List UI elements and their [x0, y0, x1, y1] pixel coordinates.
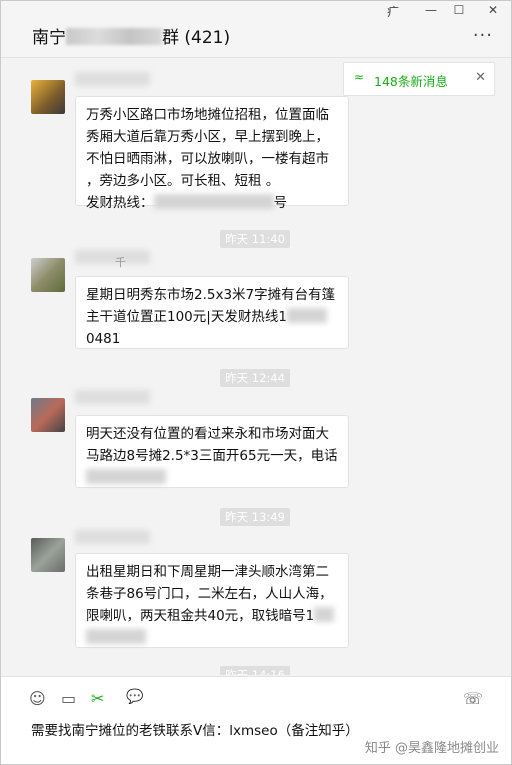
message-line: 条巷子86号门口，二米左右，人山人海，	[86, 586, 333, 602]
message-bubble[interactable]: 出租星期日和下周星期一津头顺水湾第二 条巷子86号门口，二米左右，人山人海， 限…	[75, 553, 349, 648]
emoji-icon[interactable]: ☺	[29, 689, 46, 708]
sender-name-redacted	[75, 72, 150, 86]
avatar[interactable]	[31, 80, 65, 114]
redacted-phone	[86, 469, 166, 484]
title-bar: 南宁 群 (421) ⽧ — ☐ ✕ ···	[1, 1, 511, 58]
chat-history-icon[interactable]: 💬	[126, 689, 143, 705]
call-icon[interactable]: ☏	[463, 689, 483, 708]
pin-icon[interactable]: ⽧	[383, 3, 403, 20]
message-list[interactable]: ≈ 148条新消息 ✕ 万秀小区路口市场地摊位招租，位置面临 秀厢大道后靠万秀小…	[1, 58, 511, 675]
scissors-icon[interactable]: ✂	[91, 689, 104, 708]
avatar[interactable]	[31, 258, 65, 292]
redacted-phone	[86, 629, 146, 644]
redacted-phone	[286, 308, 327, 323]
message-line	[86, 467, 338, 489]
message-line: 星期日明秀东市场2.5x3米7字摊有台有篷	[86, 287, 336, 303]
compose-input[interactable]: 需要找南宁摊位的老铁联系V信：lxmseo（备注知乎）	[31, 719, 359, 739]
redacted-phone	[314, 607, 335, 622]
avatar[interactable]	[31, 398, 65, 432]
message-line: 限喇叭，两天租金共40元，取钱暗号1	[86, 605, 338, 627]
title-prefix: 南宁	[32, 28, 66, 48]
input-area[interactable]: ☺ ▭ ✂ 💬 ☏ 需要找南宁摊位的老铁联系V信：lxmseo（备注知乎） 知乎…	[1, 676, 511, 764]
folder-icon[interactable]: ▭	[61, 689, 76, 708]
title-suffix: 群 (421)	[162, 28, 231, 48]
close-icon[interactable]: ✕	[475, 70, 486, 85]
chat-window: 南宁 群 (421) ⽧ — ☐ ✕ ··· ≈ 148条新消息 ✕ 万秀小区路口…	[0, 0, 512, 765]
maximize-button[interactable]: ☐	[449, 3, 469, 17]
message-bubble[interactable]: 明天还没有位置的看过来永和市场对面大 马路边8号摊2.5*3三面开65元一天，电…	[75, 415, 349, 488]
message-line: 主干道位置正100元|天发财热线1	[86, 306, 338, 328]
timestamp: 昨天 11:40	[220, 230, 290, 248]
message-line: 万秀小区路口市场地摊位招租，位置面临	[86, 107, 329, 123]
more-options-button[interactable]: ···	[473, 25, 493, 46]
redacted-group-name	[66, 28, 162, 45]
message-line	[86, 627, 338, 649]
chat-title: 南宁 群 (421)	[32, 23, 230, 48]
avatar[interactable]	[31, 538, 65, 572]
timestamp: 昨天 13:49	[220, 508, 290, 526]
message-bubble[interactable]: 星期日明秀东市场2.5x3米7字摊有台有篷 主干道位置正100元|天发财热线1 …	[75, 276, 349, 349]
message-line: 马路边8号摊2.5*3三面开65元一天，电话	[86, 448, 338, 464]
double-chevron-up-icon: ≈	[354, 70, 365, 84]
minimize-button[interactable]: —	[421, 3, 441, 17]
timestamp: 昨天 12:44	[220, 369, 290, 387]
sender-name-tail: 千	[115, 256, 126, 269]
message-line: 不怕日晒雨淋，可以放喇叭，一楼有超市	[86, 151, 329, 167]
sender-name-redacted	[75, 250, 150, 264]
message-line: 出租星期日和下周星期一津头顺水湾第二	[86, 564, 329, 580]
message-line: 发财热线：号	[86, 194, 287, 211]
redacted-phone	[153, 194, 274, 209]
sender-name-redacted	[75, 530, 150, 544]
watermark: 知乎 @昊鑫隆地摊创业	[364, 741, 499, 756]
message-line: 明天还没有位置的看过来永和市场对面大	[86, 426, 329, 442]
sender-name-redacted	[75, 390, 150, 404]
new-messages-count: 148条新消息	[374, 74, 448, 89]
message-line: 0481	[86, 331, 121, 347]
message-bubble[interactable]: 万秀小区路口市场地摊位招租，位置面临 秀厢大道后靠万秀小区，早上摆到晚上， 不怕…	[75, 96, 349, 211]
new-messages-notice[interactable]: ≈ 148条新消息 ✕	[343, 62, 495, 96]
close-button[interactable]: ✕	[483, 3, 503, 17]
message-line: ，旁边多小区。可长租、短租 。	[86, 173, 280, 189]
message-line: 秀厢大道后靠万秀小区，早上摆到晚上，	[86, 129, 329, 145]
timestamp: 昨天 14:16	[220, 666, 290, 675]
